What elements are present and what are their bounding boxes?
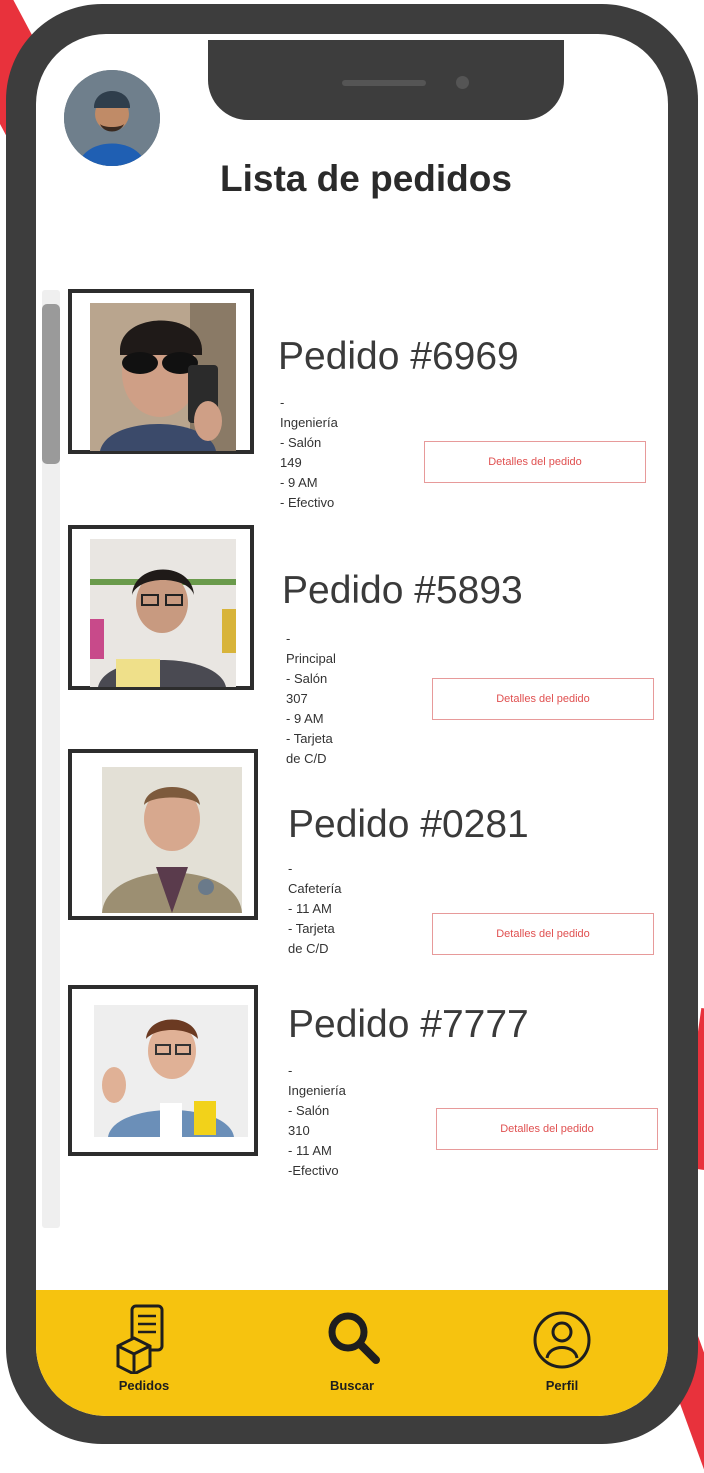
profile-icon bbox=[533, 1311, 591, 1369]
order-details-button[interactable]: Detalles del pedido bbox=[436, 1108, 658, 1150]
order-detail: -Efectivo bbox=[288, 1163, 339, 1178]
order-photo-frame bbox=[68, 985, 258, 1156]
nav-item-perfil[interactable]: Perfil bbox=[502, 1304, 622, 1393]
order-detail: - 11 AM bbox=[288, 901, 332, 916]
order-title: Pedido #5893 bbox=[282, 569, 523, 612]
customer-photo bbox=[94, 1005, 248, 1137]
scrollbar[interactable] bbox=[42, 290, 60, 1228]
phone-notch bbox=[208, 40, 564, 120]
order-detail: - Tarjeta de C/D bbox=[286, 731, 333, 766]
order-photo-frame bbox=[68, 289, 254, 454]
customer-photo bbox=[102, 767, 242, 913]
phone-frame: Lista de pedidos Pedido #6969 - Ingenier… bbox=[6, 4, 698, 1444]
customer-photo bbox=[90, 303, 236, 451]
order-details: - Principal - Salón 307 - 9 AM - Tarjeta… bbox=[286, 629, 336, 769]
order-detail: - 11 AM bbox=[288, 1143, 332, 1158]
order-title: Pedido #7777 bbox=[288, 1003, 529, 1046]
order-details: - Ingeniería - Salón 149 - 9 AM - Efecti… bbox=[280, 393, 338, 513]
order-title: Pedido #0281 bbox=[288, 803, 529, 846]
order-detail: - Efectivo bbox=[280, 495, 335, 510]
order-details-button[interactable]: Detalles del pedido bbox=[432, 913, 654, 955]
order-detail: - Tarjeta de C/D bbox=[288, 921, 335, 956]
order-details: - Cafetería - 11 AM - Tarjeta de C/D bbox=[288, 859, 341, 959]
speaker-grille bbox=[342, 80, 426, 86]
order-photo-frame bbox=[68, 749, 258, 920]
user-avatar[interactable] bbox=[64, 70, 160, 166]
order-detail: - Salón 149 bbox=[280, 435, 322, 470]
order-detail: - Ingeniería bbox=[288, 1063, 346, 1098]
order-detail: - Cafetería bbox=[288, 861, 342, 896]
order-details-button[interactable]: Detalles del pedido bbox=[424, 441, 646, 483]
nav-item-pedidos[interactable]: Pedidos bbox=[84, 1304, 204, 1393]
order-detail: - 9 AM bbox=[280, 475, 318, 490]
order-detail: - Ingeniería bbox=[280, 395, 338, 430]
order-title: Pedido #6969 bbox=[278, 335, 519, 378]
front-camera bbox=[456, 76, 469, 89]
order-detail: - Principal bbox=[286, 631, 336, 666]
order-photo-frame bbox=[68, 525, 254, 690]
phone-screen: Lista de pedidos Pedido #6969 - Ingenier… bbox=[36, 34, 668, 1416]
nav-label: Perfil bbox=[545, 1378, 579, 1393]
customer-photo bbox=[90, 539, 236, 687]
order-details-button[interactable]: Detalles del pedido bbox=[432, 678, 654, 720]
order-detail: - Salón 310 bbox=[288, 1103, 330, 1138]
search-icon bbox=[328, 1312, 380, 1364]
order-details: - Ingeniería - Salón 310 - 11 AM -Efecti… bbox=[288, 1061, 346, 1181]
order-detail: - Salón 307 bbox=[286, 671, 328, 706]
page-title: Lista de pedidos bbox=[220, 158, 512, 199]
scroll-thumb[interactable] bbox=[42, 304, 60, 464]
nav-item-buscar[interactable]: Buscar bbox=[292, 1304, 412, 1393]
orders-icon bbox=[116, 1304, 164, 1374]
nav-label: Pedidos bbox=[118, 1378, 170, 1393]
nav-label: Buscar bbox=[329, 1378, 375, 1393]
order-detail: - 9 AM bbox=[286, 711, 324, 726]
bottom-navigation: Pedidos Buscar Perfil bbox=[36, 1290, 668, 1416]
